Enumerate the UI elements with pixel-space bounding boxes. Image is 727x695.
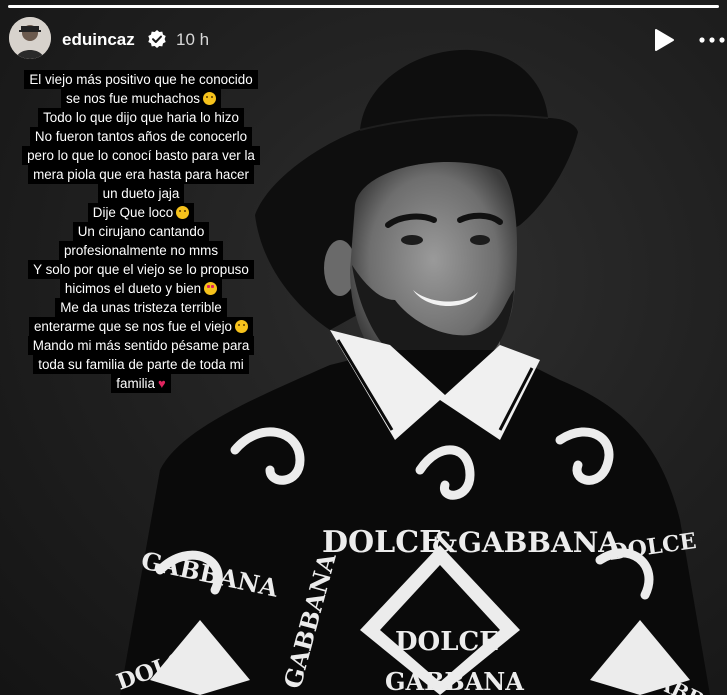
caption-line: hicimos el dueto y bien <box>10 279 272 298</box>
caption-line: Y solo por que el viejo se lo propuso <box>10 260 272 279</box>
story-header: eduincaz 10 h <box>0 14 727 66</box>
caption-line: Mando mi más sentido pésame para <box>10 336 272 355</box>
caption-text: pero lo que lo conocí basto para ver la <box>22 146 260 165</box>
caption-text: toda su familia de parte de toda mi <box>33 355 249 374</box>
svg-text:DOLCE: DOLCE <box>322 525 442 560</box>
caption-text: El viejo más positivo que he conocido <box>24 70 258 89</box>
story-caption: El viejo más positivo que he conocido se … <box>10 70 272 393</box>
caption-line: Todo lo que dijo que haria lo hizo <box>10 108 272 127</box>
avatar[interactable] <box>9 17 51 59</box>
caption-line: enterarme que se nos fue el viejo <box>10 317 272 336</box>
caption-line: Un cirujano cantando <box>10 222 272 241</box>
caption-line: un dueto jaja <box>10 184 272 203</box>
grinning-face-icon <box>176 206 190 219</box>
svg-text:DOLCE: DOLCE <box>395 627 499 657</box>
caption-line: mera piola que era hasta para hacer <box>10 165 272 184</box>
story-progress-fill <box>8 5 719 8</box>
more-options-icon[interactable] <box>698 30 727 50</box>
caption-line: No fueron tantos años de conocerlo <box>10 127 272 146</box>
caption-text: profesionalmente no mms <box>58 241 224 260</box>
play-icon[interactable] <box>653 28 675 52</box>
caption-line: Dije Que loco <box>10 203 272 222</box>
caption-line: familia ♥ <box>10 374 272 393</box>
story-viewer[interactable]: DOLCE & GABBANA GABBANA DOLCE GABBANA DO… <box>0 0 727 695</box>
caption-text: Dije Que loco <box>87 203 195 222</box>
caption-text: Todo lo que dijo que haria lo hizo <box>38 108 244 127</box>
caption-text: enterarme que se nos fue el viejo <box>28 317 253 336</box>
svg-text:&: & <box>432 526 457 559</box>
caption-text: mera piola que era hasta para hacer <box>28 165 254 184</box>
caption-text: Un cirujano cantando <box>72 222 210 241</box>
username[interactable]: eduincaz <box>62 30 135 50</box>
caption-line: pero lo que lo conocí basto para ver la <box>10 146 272 165</box>
caption-text: familia ♥ <box>111 374 171 393</box>
svg-text:GABBANA: GABBANA <box>385 667 524 695</box>
caption-line: toda su familia de parte de toda mi <box>10 355 272 374</box>
caption-line: se nos fue muchachos <box>10 89 272 108</box>
post-time: 10 h <box>176 30 210 49</box>
red-heart-icon: ♥ <box>157 376 166 391</box>
svg-text:GABBANA: GABBANA <box>458 526 621 559</box>
verified-badge-icon <box>148 30 166 48</box>
caption-line: profesionalmente no mms <box>10 241 272 260</box>
sad-face-icon <box>235 320 248 333</box>
pensive-face-icon <box>203 92 216 105</box>
caption-text: Mando mi más sentido pésame para <box>27 336 255 355</box>
caption-line: El viejo más positivo que he conocido <box>10 70 272 89</box>
avatar-image <box>9 17 51 59</box>
heart-eyes-face-icon <box>204 282 218 295</box>
caption-text: un dueto jaja <box>97 184 185 203</box>
caption-text: se nos fue muchachos <box>61 89 221 108</box>
caption-text: Y solo por que el viejo se lo propuso <box>28 260 254 279</box>
caption-text: hicimos el dueto y bien <box>59 279 223 298</box>
caption-text: Me da unas tristeza terrible <box>55 298 227 317</box>
caption-line: Me da unas tristeza terrible <box>10 298 272 317</box>
story-progress-bar <box>8 5 719 8</box>
caption-text: No fueron tantos años de conocerlo <box>29 127 253 146</box>
